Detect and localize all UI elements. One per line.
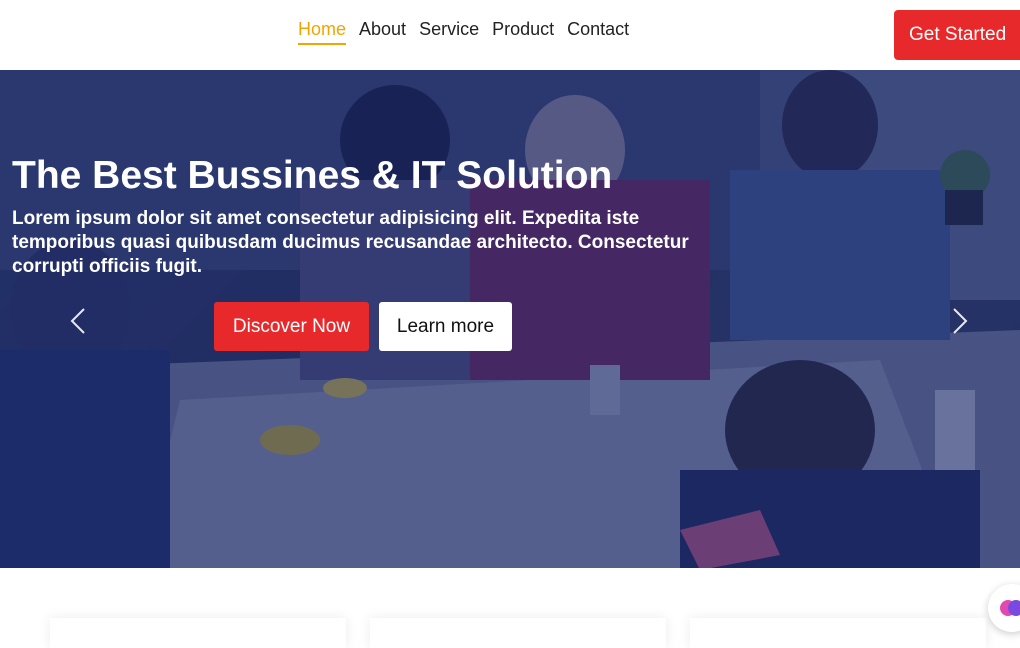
- hero-carousel: The Best Bussines & IT Solution Lorem ip…: [0, 70, 1020, 568]
- chat-widget-icon[interactable]: [988, 584, 1020, 632]
- site-header: Home About Service Product Contact Get S…: [0, 0, 1020, 70]
- nav-item-about[interactable]: About: [359, 17, 406, 45]
- nav-item-contact[interactable]: Contact: [567, 17, 629, 45]
- main-nav: Home About Service Product Contact: [298, 17, 629, 45]
- nav-item-product[interactable]: Product: [492, 17, 554, 45]
- chevron-left-icon[interactable]: [64, 306, 94, 336]
- feature-card: [370, 618, 666, 648]
- hero-description: Lorem ipsum dolor sit amet consectetur a…: [12, 208, 689, 277]
- discover-now-button[interactable]: Discover Now: [214, 302, 369, 351]
- brain-icon: [1000, 600, 1020, 616]
- feature-card: [50, 618, 346, 648]
- features-section: [0, 568, 1020, 648]
- nav-item-service[interactable]: Service: [419, 17, 479, 45]
- chevron-right-icon[interactable]: [944, 306, 974, 336]
- learn-more-button[interactable]: Learn more: [379, 302, 512, 351]
- hero-title: The Best Bussines & IT Solution: [12, 154, 613, 197]
- feature-card: [690, 618, 986, 648]
- nav-item-home[interactable]: Home: [298, 17, 347, 45]
- get-started-button[interactable]: Get Started: [894, 10, 1020, 60]
